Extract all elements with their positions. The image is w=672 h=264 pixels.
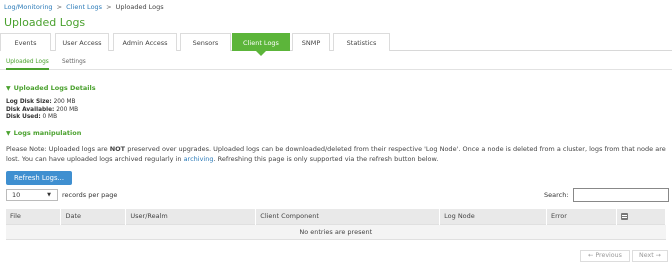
details-section-header[interactable]: ▼ Uploaded Logs Details <box>6 84 96 92</box>
breadcrumb: Log/Monitoring > Client Logs > Uploaded … <box>4 3 164 11</box>
breadcrumb-link-client-logs[interactable]: Client Logs <box>66 3 102 11</box>
tab-snmp[interactable]: SNMP <box>292 33 330 51</box>
column-header-error[interactable]: Error <box>546 209 617 224</box>
tab-events[interactable]: Events <box>0 33 51 51</box>
page-title: Uploaded Logs <box>4 16 86 29</box>
column-header-date[interactable]: Date <box>60 209 127 224</box>
column-header-user-realm[interactable]: User/Realm <box>125 209 257 224</box>
breadcrumb-separator: > <box>56 3 63 11</box>
main-tabs: Events User Access Admin Access Sensors … <box>0 33 672 56</box>
uploaded-logs-table: File Date User/Realm Client Component Lo… <box>6 209 667 240</box>
next-page-button[interactable]: Next → <box>632 250 668 262</box>
details-section-title: Uploaded Logs Details <box>13 84 96 92</box>
table-row-empty: No entries are present <box>6 223 666 240</box>
stat-disk-available: Disk Available: 200 MB <box>6 106 79 113</box>
columns-icon <box>620 212 628 220</box>
column-header-file[interactable]: File <box>6 209 62 224</box>
stat-log-disk-size: Log Disk Size: 200 MB <box>6 99 76 105</box>
disk-stats: Log Disk Size: 200 MB Disk Available: 20… <box>6 99 78 122</box>
table-header-row: File Date User/Realm Client Component Lo… <box>6 209 667 224</box>
manipulation-section-header[interactable]: ▼ Logs manipulation <box>6 129 81 137</box>
upload-note: Please Note: Uploaded logs are NOT prese… <box>6 145 666 163</box>
previous-page-button[interactable]: ← Previous <box>580 250 630 262</box>
column-header-client-component[interactable]: Client Component <box>255 209 441 224</box>
tab-statistics[interactable]: Statistics <box>333 33 390 51</box>
search-label: Search: <box>544 191 569 199</box>
chevron-down-icon: ▼ <box>6 130 11 137</box>
chevron-down-icon: ▼ <box>6 85 11 92</box>
records-per-page-label: records per page <box>62 191 118 199</box>
tab-user-access[interactable]: User Access <box>55 33 109 51</box>
breadcrumb-separator: > <box>106 3 112 11</box>
empty-message: No entries are present <box>6 223 666 240</box>
refresh-logs-button[interactable]: Refresh Logs... <box>6 171 72 185</box>
breadcrumb-current: Uploaded Logs <box>115 3 164 11</box>
tab-sensors[interactable]: Sensors <box>180 33 231 51</box>
sub-tabs: Uploaded Logs Settings <box>0 56 672 70</box>
tab-admin-access[interactable]: Admin Access <box>113 33 177 51</box>
column-header-log-node[interactable]: Log Node <box>439 209 548 224</box>
subtab-uploaded-logs[interactable]: Uploaded Logs <box>6 57 49 70</box>
subtab-settings[interactable]: Settings <box>62 57 86 70</box>
archiving-link[interactable]: archiving <box>184 155 214 163</box>
search-input[interactable] <box>573 188 669 202</box>
caret-down-icon: ▼ <box>47 192 51 198</box>
manipulation-section-title: Logs manipulation <box>13 129 82 137</box>
breadcrumb-link-log-monitoring[interactable]: Log/Monitoring <box>4 3 53 11</box>
column-chooser[interactable] <box>616 209 667 224</box>
records-per-page-select[interactable]: 10 ▼ <box>6 189 58 201</box>
tab-client-logs[interactable]: Client Logs <box>232 33 290 56</box>
stat-disk-used: Disk Used: 0 MB <box>6 114 58 120</box>
